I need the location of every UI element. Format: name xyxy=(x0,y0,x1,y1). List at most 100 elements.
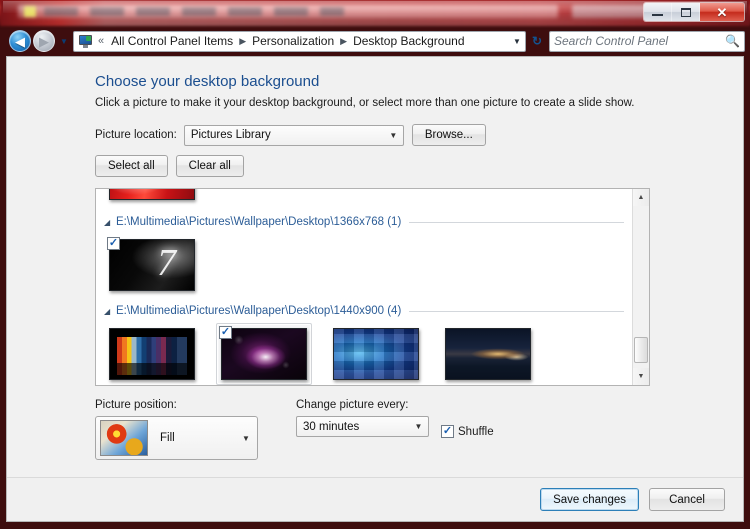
thumbnail-windows-7-logo[interactable]: ✓ xyxy=(104,234,200,296)
save-changes-button[interactable]: Save changes xyxy=(540,488,639,511)
picture-location-dropdown[interactable]: Pictures Library ▼ xyxy=(183,124,404,146)
picture-location-row: Picture location: Pictures Library ▼ Bro… xyxy=(95,124,721,146)
change-interval-group: Change picture every: 30 minutes ▼ xyxy=(296,399,429,437)
minimize-button[interactable] xyxy=(644,3,672,21)
red-abstract-wallpaper xyxy=(109,189,195,200)
windows-7-logo-wallpaper xyxy=(109,239,195,291)
refresh-button[interactable]: ↻ xyxy=(527,31,547,52)
picture-position-value: Fill xyxy=(160,432,175,444)
page-subtitle: Click a picture to make it your desktop … xyxy=(95,97,635,109)
client-area: Choose your desktop background Click a p… xyxy=(6,56,744,522)
collapse-arrow-icon[interactable]: ◢ xyxy=(104,307,116,316)
thumbnail-row-1440x900: ✓ xyxy=(104,323,624,385)
recent-locations-button[interactable]: ▼ xyxy=(57,37,71,46)
breadcrumb-desktop-background[interactable]: Desktop Background xyxy=(350,32,467,50)
folder-path-1440x900: E:\Multimedia\Pictures\Wallpaper\Desktop… xyxy=(116,305,402,317)
picture-position-dropdown[interactable]: Fill ▼ xyxy=(95,416,258,460)
shuffle-label: Shuffle xyxy=(458,425,494,438)
chevron-down-icon: ▼ xyxy=(242,433,250,443)
clear-all-label: Clear all xyxy=(188,160,231,172)
picture-location-label: Picture location: xyxy=(95,129,177,141)
clear-all-button[interactable]: Clear all xyxy=(175,155,244,177)
close-icon: ✕ xyxy=(716,4,728,20)
select-all-label: Select all xyxy=(108,160,155,172)
window-frame: ✕ ◀ ▶ ▼ « All Control Panel Items ▶ Pers… xyxy=(0,0,750,529)
address-bar[interactable]: « All Control Panel Items ▶ Personalizat… xyxy=(73,30,526,52)
shuffle-option[interactable]: ✓ Shuffle xyxy=(441,425,494,438)
breadcrumb-personalization[interactable]: Personalization xyxy=(249,32,337,50)
thumbnail-row-1366x768: ✓ xyxy=(104,234,624,296)
cancel-label: Cancel xyxy=(669,493,705,506)
chevron-down-icon: ▼ xyxy=(414,422,423,431)
background-window-breadcrumb xyxy=(44,7,344,16)
search-icon: 🔍 xyxy=(725,34,740,48)
scroll-up-button[interactable]: ▲ xyxy=(633,189,649,206)
picture-list-viewport: ◢ E:\Multimedia\Pictures\Wallpaper\Deskt… xyxy=(96,189,632,385)
change-interval-label: Change picture every: xyxy=(296,399,409,411)
group-divider xyxy=(409,310,624,312)
purple-nebula-wallpaper xyxy=(221,328,307,380)
background-window xyxy=(0,0,750,26)
cancel-button[interactable]: Cancel xyxy=(649,488,725,511)
selection-buttons-row: Select all Clear all xyxy=(95,155,721,177)
picture-position-preview xyxy=(100,420,148,456)
command-bar: Save changes Cancel xyxy=(7,477,743,521)
thumbnail-purple-nebula[interactable]: ✓ xyxy=(216,323,312,385)
scrollbar-thumb[interactable] xyxy=(634,337,648,363)
picture-list-scrollbar[interactable]: ▲ ▼ xyxy=(632,189,649,385)
address-dropdown-button[interactable]: ▼ xyxy=(509,32,525,51)
search-input[interactable]: Search Control Panel xyxy=(554,34,725,48)
save-changes-label: Save changes xyxy=(553,493,626,506)
thumbnail-checkbox[interactable]: ✓ xyxy=(219,326,232,339)
close-button[interactable]: ✕ xyxy=(700,3,744,21)
thumbnail-night-coast[interactable] xyxy=(440,323,536,385)
breadcrumb-arrow-icon[interactable]: ▶ xyxy=(340,36,347,47)
folder-group-header-1440x900[interactable]: ◢ E:\Multimedia\Pictures\Wallpaper\Deskt… xyxy=(104,305,624,317)
search-box[interactable]: Search Control Panel 🔍 xyxy=(549,30,745,52)
folder-group-header-1366x768[interactable]: ◢ E:\Multimedia\Pictures\Wallpaper\Deskt… xyxy=(104,216,624,228)
forward-button[interactable]: ▶ xyxy=(33,30,55,52)
thumbnail-blue-mosaic[interactable] xyxy=(328,323,424,385)
change-interval-value: 30 minutes xyxy=(303,420,360,433)
picture-position-group: Picture position: Fill ▼ xyxy=(95,399,258,460)
options-row: Picture position: Fill ▼ Change picture … xyxy=(95,399,721,460)
blue-mosaic-wallpaper xyxy=(333,328,419,380)
control-panel-icon xyxy=(78,34,94,49)
forward-icon: ▶ xyxy=(39,33,49,49)
picture-position-label: Picture position: xyxy=(95,399,177,411)
thumbnail-red-abstract[interactable] xyxy=(104,189,200,205)
color-panels-wallpaper xyxy=(109,328,195,380)
picture-location-value: Pictures Library xyxy=(190,129,271,141)
minimize-icon xyxy=(652,13,663,16)
collapse-arrow-icon[interactable]: ◢ xyxy=(104,218,116,227)
browse-button[interactable]: Browse... xyxy=(411,124,486,146)
group-divider xyxy=(409,221,624,223)
shuffle-checkbox[interactable]: ✓ xyxy=(441,425,454,438)
thumbnail-color-panels[interactable] xyxy=(104,323,200,385)
maximize-icon xyxy=(680,7,691,17)
change-interval-dropdown[interactable]: 30 minutes ▼ xyxy=(296,416,429,437)
overflow-chevron-icon[interactable]: « xyxy=(98,35,104,47)
background-window-icon xyxy=(24,6,36,17)
select-all-button[interactable]: Select all xyxy=(95,155,168,177)
refresh-icon: ↻ xyxy=(531,34,543,48)
chevron-down-icon: ▼ xyxy=(60,36,68,46)
picture-list[interactable]: ◢ E:\Multimedia\Pictures\Wallpaper\Deskt… xyxy=(95,188,650,386)
scroll-down-button[interactable]: ▼ xyxy=(633,368,649,385)
chevron-up-icon: ▲ xyxy=(637,194,645,201)
window-controls: ✕ xyxy=(643,2,745,22)
chevron-down-icon: ▼ xyxy=(389,130,398,140)
breadcrumb-arrow-icon[interactable]: ▶ xyxy=(239,36,246,47)
thumbnail-checkbox[interactable]: ✓ xyxy=(107,237,120,250)
maximize-button[interactable] xyxy=(672,3,700,21)
breadcrumb-all-control-panel-items[interactable]: All Control Panel Items xyxy=(108,32,236,50)
content-pane: Choose your desktop background Click a p… xyxy=(7,57,743,477)
partial-thumbnail-row xyxy=(104,189,624,207)
folder-path-1366x768: E:\Multimedia\Pictures\Wallpaper\Desktop… xyxy=(116,216,402,228)
browse-button-label: Browse... xyxy=(424,129,473,141)
navigation-bar: ◀ ▶ ▼ « All Control Panel Items ▶ Person… xyxy=(5,28,745,54)
back-button[interactable]: ◀ xyxy=(9,30,31,52)
back-icon: ◀ xyxy=(15,33,25,49)
chevron-down-icon: ▼ xyxy=(637,373,645,380)
page-title: Choose your desktop background xyxy=(95,73,320,90)
